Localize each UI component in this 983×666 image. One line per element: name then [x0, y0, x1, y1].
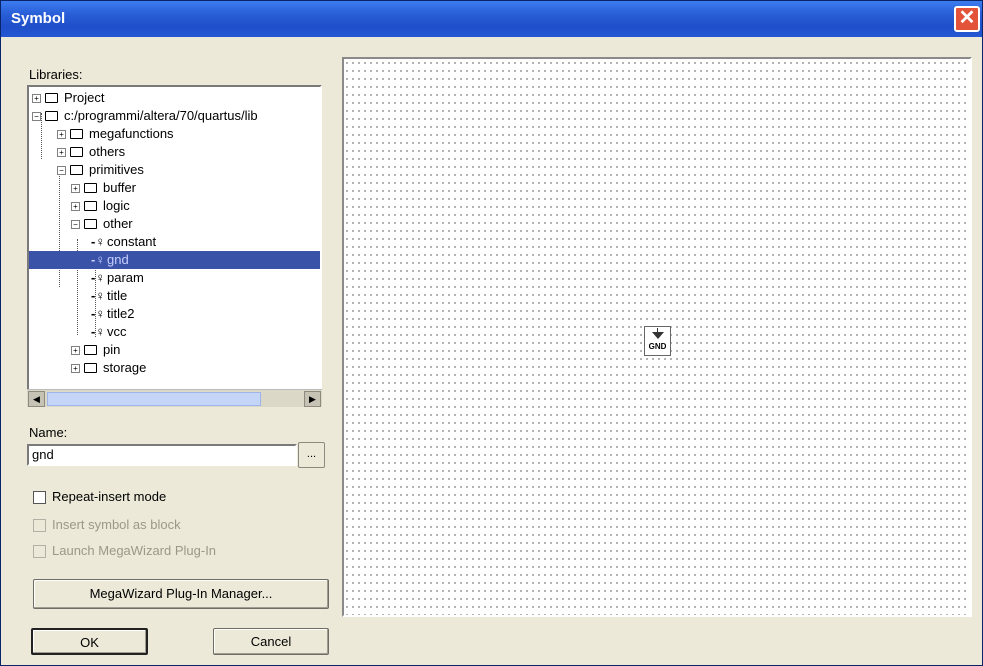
close-icon[interactable]: ✕ — [954, 6, 980, 32]
folder-icon — [45, 92, 58, 103]
scroll-right-icon[interactable]: ▶ — [304, 391, 321, 407]
repeat-insert-checkbox[interactable]: Repeat-insert mode — [33, 489, 166, 505]
folder-open-icon — [70, 164, 83, 175]
tree-item-label: title — [107, 288, 128, 303]
tree-horizontal-scrollbar[interactable]: ◀ ▶ — [27, 389, 322, 407]
expand-icon[interactable]: + — [32, 94, 41, 104]
folder-open-icon — [84, 218, 97, 229]
tree-item-storage[interactable]: + storage — [71, 359, 146, 377]
folder-icon — [70, 146, 83, 157]
tree-item-buffer[interactable]: + buffer — [71, 179, 136, 197]
symbol-icon: -♀ — [91, 288, 106, 303]
launch-megawizard-checkbox: Launch MegaWizard Plug-In — [33, 543, 216, 559]
tree-item-other[interactable]: − other — [71, 215, 133, 233]
tree-item-constant[interactable]: -♀ constant — [91, 233, 156, 251]
tree-item-label: logic — [103, 198, 130, 213]
checkbox-box[interactable] — [33, 491, 46, 505]
tree-item-title2[interactable]: -♀ title2 — [91, 305, 134, 323]
tree-item-project[interactable]: + Project — [32, 89, 104, 107]
insert-as-block-checkbox: Insert symbol as block — [33, 517, 181, 533]
checkbox-label: Launch MegaWizard Plug-In — [52, 543, 217, 558]
symbol-dialog: Symbol ✕ Libraries: + Project − c:/program… — [0, 0, 983, 666]
collapse-icon[interactable]: − — [32, 112, 41, 122]
name-label: Name: — [29, 425, 68, 440]
ok-button[interactable]: OK — [31, 628, 148, 655]
symbol-preview: GND — [342, 57, 972, 617]
symbol-icon: -♀ — [91, 306, 106, 321]
checkbox-label: Repeat-insert mode — [52, 489, 167, 504]
ground-icon — [652, 332, 664, 339]
scroll-left-icon[interactable]: ◀ — [28, 391, 45, 407]
expand-icon[interactable]: + — [71, 364, 80, 374]
megawizard-manager-button[interactable]: MegaWizard Plug-In Manager... — [33, 579, 329, 609]
symbol-icon: -♀ — [91, 324, 106, 339]
expand-icon[interactable]: + — [71, 184, 80, 194]
collapse-icon[interactable]: − — [57, 166, 66, 176]
symbol-icon: -♀ — [91, 234, 106, 249]
folder-open-icon — [45, 110, 58, 121]
browse-button[interactable]: ... — [298, 442, 325, 468]
folder-icon — [84, 182, 97, 193]
tree-item-label: Project — [64, 90, 105, 105]
tree-item-quartus-lib[interactable]: − c:/programmi/altera/70/quartus/lib — [32, 107, 258, 125]
folder-icon — [84, 200, 97, 211]
tree-item-others[interactable]: + others — [57, 143, 125, 161]
tree-item-vcc[interactable]: -♀ vcc — [91, 323, 127, 341]
tree-item-label: vcc — [107, 324, 127, 339]
scrollbar-thumb[interactable] — [47, 392, 261, 406]
checkbox-label: Insert symbol as block — [52, 517, 181, 532]
folder-icon — [84, 362, 97, 373]
checkbox-box — [33, 519, 46, 533]
tree-item-label: title2 — [107, 306, 135, 321]
tree-item-label: buffer — [103, 180, 137, 195]
name-input[interactable]: gnd — [27, 444, 297, 466]
expand-icon[interactable]: + — [57, 148, 66, 158]
tree-item-label: others — [89, 144, 126, 159]
libraries-label: Libraries: — [29, 67, 83, 82]
expand-icon[interactable]: + — [71, 202, 80, 212]
gnd-symbol-label: GND — [648, 342, 667, 351]
folder-icon — [84, 344, 97, 355]
collapse-icon[interactable]: − — [71, 220, 80, 230]
tree-item-gnd[interactable]: -♀ gnd — [29, 251, 320, 269]
tree-item-title[interactable]: -♀ title — [91, 287, 127, 305]
tree-item-label: primitives — [89, 162, 144, 177]
tree-item-param[interactable]: -♀ param — [91, 269, 144, 287]
tree-item-label: gnd — [107, 252, 129, 267]
folder-icon — [70, 128, 83, 139]
tree-item-logic[interactable]: + logic — [71, 197, 130, 215]
tree-item-label: pin — [103, 342, 121, 357]
title-bar[interactable]: Symbol ✕ — [1, 1, 982, 37]
expand-icon[interactable]: + — [71, 346, 80, 356]
tree-item-pin[interactable]: + pin — [71, 341, 120, 359]
library-tree[interactable]: + Project − c:/programmi/altera/70/quartus… — [27, 85, 322, 407]
tree-item-label: constant — [107, 234, 157, 249]
tree-item-label: other — [103, 216, 133, 231]
tree-item-label: storage — [103, 360, 147, 375]
symbol-icon: -♀ — [91, 270, 106, 285]
tree-item-primitives[interactable]: − primitives — [57, 161, 144, 179]
cancel-button[interactable]: Cancel — [213, 628, 329, 655]
gnd-symbol: GND — [644, 326, 671, 356]
checkbox-box — [33, 545, 46, 559]
tree-item-label: megafunctions — [89, 126, 174, 141]
symbol-icon: -♀ — [91, 252, 106, 267]
tree-item-label: param — [107, 270, 144, 285]
expand-icon[interactable]: + — [57, 130, 66, 140]
window-title: Symbol — [11, 10, 66, 27]
tree-item-label: c:/programmi/altera/70/quartus/lib — [64, 108, 258, 123]
tree-item-megafunctions[interactable]: + megafunctions — [57, 125, 174, 143]
